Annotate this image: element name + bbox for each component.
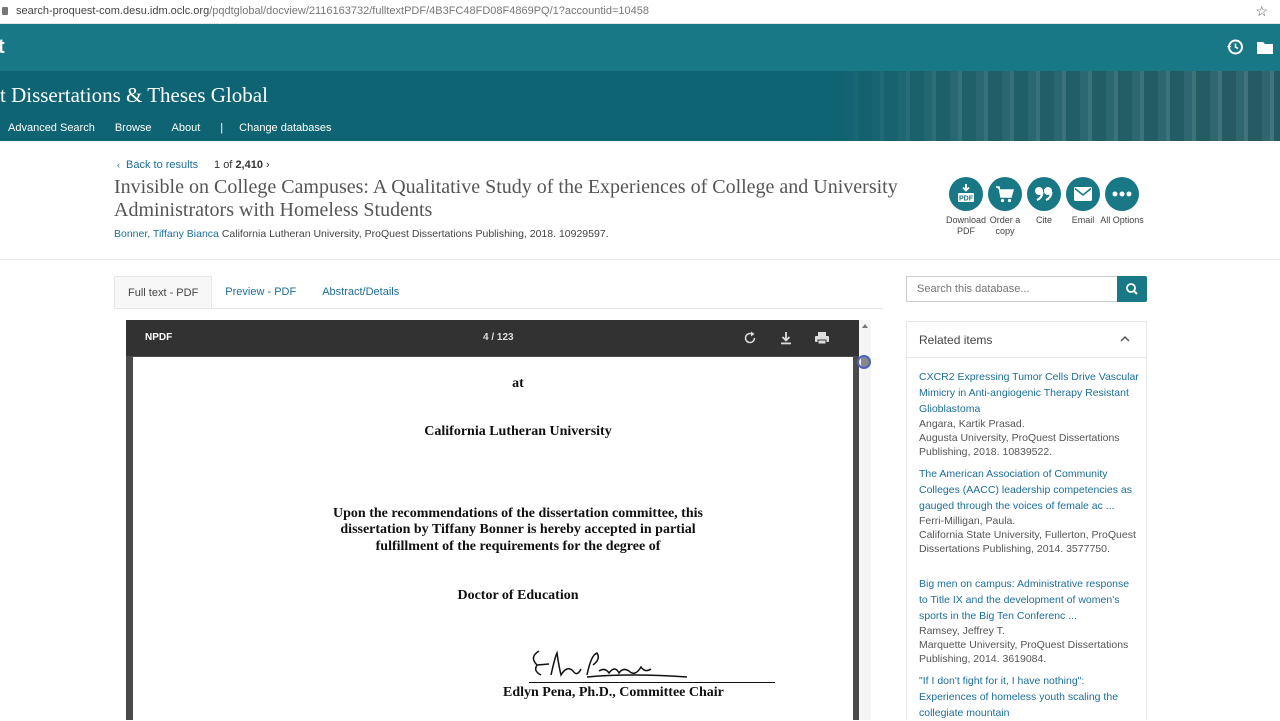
pdf-line-rec2: dissertation by Tiffany Bonner is hereby… <box>340 522 696 537</box>
download-icon[interactable] <box>778 330 794 346</box>
pdf-line-rec3: fulfillment of the requirements for the … <box>375 539 661 554</box>
related-item-author: Angara, Kartik Prasad. <box>919 418 1025 430</box>
database-banner: t Dissertations & Theses Global Advanced… <box>0 71 1280 141</box>
search-input[interactable] <box>906 276 1118 302</box>
url-path: /pqdtglobal/docview/2116163732/fulltextP… <box>209 5 649 17</box>
all-options-label: All Options <box>1100 215 1144 225</box>
cursor-highlight <box>857 355 871 369</box>
history-icon[interactable] <box>1226 38 1244 56</box>
email-button[interactable]: Email <box>1063 177 1103 237</box>
pdf-line-university: California Lutheran University <box>424 424 612 439</box>
signature-image <box>532 650 688 678</box>
result-pager: 1 of 2,410 › <box>214 159 270 171</box>
related-item: Big men on campus: Administrative respon… <box>919 576 1139 666</box>
pdf-page: at California Lutheran University Upon t… <box>133 357 853 720</box>
pager-total: 2,410 <box>235 159 263 171</box>
tab-preview-pdf[interactable]: Preview - PDF <box>212 276 309 308</box>
related-item-author: Ramsey, Jeffrey T. <box>919 625 1005 637</box>
nav-change-databases[interactable]: Change databases <box>239 122 331 134</box>
document-title: Invisible on College Campuses: A Qualita… <box>114 176 898 221</box>
related-item: CXCR2 Expressing Tumor Cells Drive Vascu… <box>919 369 1139 459</box>
download-pdf-button[interactable]: PDF Download PDF <box>946 177 986 237</box>
related-item-title[interactable]: The American Association of Community Co… <box>919 466 1139 514</box>
document-byline: Bonner, Tiffany Bianca California Luther… <box>114 228 609 240</box>
pdf-line-at: at <box>512 376 524 391</box>
document-tabs: Full text - PDF Preview - PDF Abstract/D… <box>114 276 412 308</box>
database-title[interactable]: t Dissertations & Theses Global <box>0 83 268 108</box>
bookmark-star-icon[interactable]: ☆ <box>1255 3 1268 20</box>
signature-line <box>529 682 775 683</box>
related-item: The American Association of Community Co… <box>919 466 1139 556</box>
chevron-left-icon: ‹ <box>117 160 120 170</box>
pdf-scrollbar[interactable] <box>859 320 871 720</box>
nav-browse[interactable]: Browse <box>115 122 152 134</box>
pdf-line-rec1: Upon the recommendations of the disserta… <box>333 506 703 521</box>
pdf-line-degree: Doctor of Education <box>457 588 579 603</box>
viewer-brand: NPDF <box>145 332 173 343</box>
address-bar[interactable]: search-proquest-com.desu.idm.oclc.org/pq… <box>0 0 1280 24</box>
related-item-title[interactable]: "If I don't fight for it, I have nothing… <box>919 673 1139 721</box>
lock-icon <box>2 7 8 15</box>
tab-divider <box>114 308 883 309</box>
related-items-header[interactable]: Related items <box>919 333 992 347</box>
quote-icon <box>1035 187 1053 202</box>
url-text[interactable]: search-proquest-com.desu.idm.oclc.org/pq… <box>16 5 649 17</box>
proquest-logo[interactable]: t <box>0 36 5 59</box>
folder-icon[interactable] <box>1256 39 1274 55</box>
citation-text: California Lutheran University, ProQuest… <box>221 228 609 240</box>
nav-about[interactable]: About <box>172 122 201 134</box>
pager-current: 1 <box>214 159 221 171</box>
page-indicator: 4 / 123 <box>483 332 514 343</box>
related-item-pub: California State University, Fullerton, … <box>919 529 1136 555</box>
tab-full-text-pdf[interactable]: Full text - PDF <box>114 276 213 308</box>
back-to-results-link[interactable]: ‹ Back to results <box>117 159 198 171</box>
related-item-title[interactable]: Big men on campus: Administrative respon… <box>919 576 1139 624</box>
pager-of: of <box>223 159 233 171</box>
search-icon <box>1126 283 1138 295</box>
pdf-line-chair: Edlyn Pena, Ph.D., Committee Chair <box>503 685 724 700</box>
pdf-viewer[interactable]: NPDF 4 / 123 at California Lutheran Univ… <box>126 320 859 720</box>
email-icon <box>1074 187 1092 201</box>
related-item-pub: Marquette University, ProQuest Dissertat… <box>919 639 1129 665</box>
cart-icon <box>996 186 1014 203</box>
related-divider <box>907 357 1146 358</box>
database-nav: Advanced Search Browse About | Change da… <box>8 122 352 134</box>
pdf-toolbar: NPDF 4 / 123 <box>126 320 859 356</box>
document-actions: PDF Download PDF Order a copy Cite Email… <box>946 177 1144 237</box>
chevron-right-icon[interactable]: › <box>266 159 270 171</box>
download-pdf-icon: PDF <box>958 184 974 203</box>
related-item-pub: Augusta University, ProQuest Dissertatio… <box>919 432 1120 458</box>
more-icon <box>1112 191 1132 197</box>
database-search <box>906 276 1147 302</box>
banner-image <box>820 71 1280 141</box>
related-item: "If I don't fight for it, I have nothing… <box>919 673 1139 721</box>
rotate-icon[interactable] <box>742 330 758 346</box>
back-label: Back to results <box>126 159 199 171</box>
author-link[interactable]: Bonner, Tiffany Bianca <box>114 228 219 240</box>
scroll-up-icon[interactable] <box>862 324 868 328</box>
cite-button[interactable]: Cite <box>1024 177 1064 237</box>
related-items-panel: Related items CXCR2 Expressing Tumor Cel… <box>906 321 1147 720</box>
chevron-up-icon[interactable] <box>1120 334 1130 344</box>
order-copy-button[interactable]: Order a copy <box>985 177 1025 237</box>
top-bar: t <box>0 24 1280 71</box>
nav-separator: | <box>220 122 224 134</box>
print-icon[interactable] <box>814 330 830 346</box>
related-item-author: Ferri-Milligan, Paula. <box>919 515 1016 527</box>
url-host: search-proquest-com.desu.idm.oclc.org <box>16 5 210 17</box>
tab-abstract-details[interactable]: Abstract/Details <box>309 276 412 308</box>
document-header: ‹ Back to results 1 of 2,410 › Invisible … <box>0 141 1280 260</box>
related-item-title[interactable]: CXCR2 Expressing Tumor Cells Drive Vascu… <box>919 369 1139 417</box>
search-button[interactable] <box>1117 276 1147 302</box>
nav-advanced-search[interactable]: Advanced Search <box>8 122 95 134</box>
svg-text:PDF: PDF <box>959 196 974 203</box>
all-options-button[interactable]: All Options <box>1100 177 1144 237</box>
